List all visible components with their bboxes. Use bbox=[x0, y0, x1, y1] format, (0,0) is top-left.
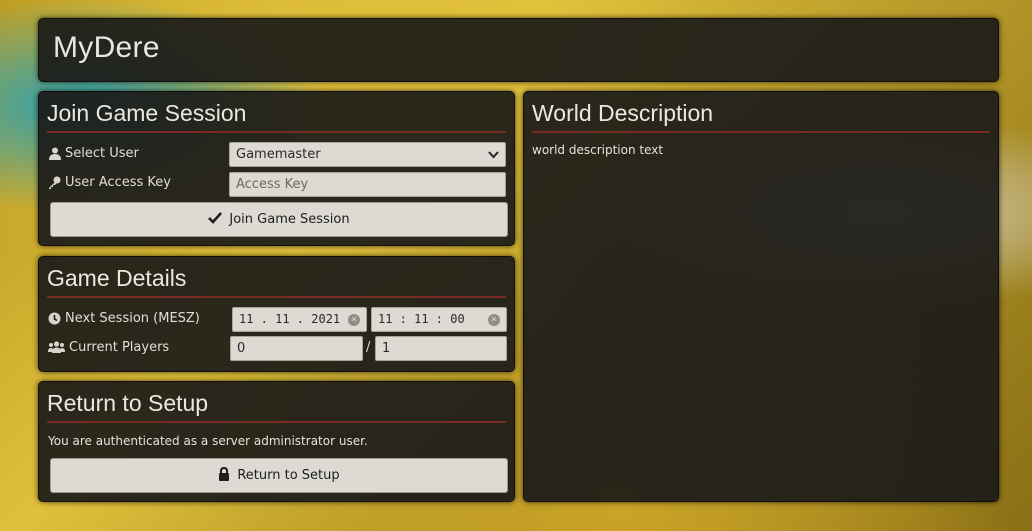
select-user-dropdown[interactable]: Gamemaster bbox=[229, 142, 506, 167]
time-value: 11 : 11 : 00 bbox=[378, 312, 465, 326]
world-description-panel: World Description world description text bbox=[523, 91, 999, 502]
access-key-label: User Access Key bbox=[48, 175, 171, 190]
join-session-panel: Join Game Session Select User Gamemaster… bbox=[38, 91, 515, 246]
next-session-label: Next Session (MESZ) bbox=[48, 311, 200, 326]
next-session-label-text: Next Session (MESZ) bbox=[65, 311, 200, 326]
join-session-button-label: Join Game Session bbox=[229, 212, 350, 227]
join-session-button[interactable]: Join Game Session bbox=[50, 202, 508, 237]
players-current-value: 0 bbox=[237, 341, 246, 356]
lock-icon bbox=[218, 466, 230, 485]
world-description-text: world description text bbox=[532, 143, 664, 157]
date-value: 11 . 11 . 2021 bbox=[239, 312, 341, 326]
app-title: MyDere bbox=[53, 31, 160, 64]
check-icon bbox=[208, 211, 223, 228]
key-icon bbox=[48, 176, 61, 189]
access-key-input[interactable]: Access Key bbox=[229, 172, 506, 197]
world-description-heading: World Description bbox=[532, 98, 990, 133]
date-input[interactable]: 11 . 11 . 2021 × bbox=[232, 307, 367, 332]
users-icon bbox=[48, 341, 65, 354]
return-setup-button-label: Return to Setup bbox=[237, 468, 340, 483]
current-players-label-text: Current Players bbox=[69, 340, 170, 355]
title-panel: MyDere bbox=[38, 18, 999, 82]
return-setup-panel: Return to Setup You are authenticated as… bbox=[38, 381, 515, 502]
user-icon bbox=[48, 147, 61, 160]
current-players-label: Current Players bbox=[48, 340, 169, 355]
select-user-label: Select User bbox=[48, 146, 139, 161]
clock-icon bbox=[48, 312, 61, 325]
clear-date-icon[interactable]: × bbox=[348, 314, 360, 326]
game-details-panel: Game Details Next Session (MESZ) 11 . 11… bbox=[38, 256, 515, 372]
return-setup-button[interactable]: Return to Setup bbox=[50, 458, 508, 493]
admin-note: You are authenticated as a server admini… bbox=[48, 434, 368, 448]
players-current-input[interactable]: 0 bbox=[230, 336, 363, 361]
join-session-heading: Join Game Session bbox=[47, 98, 506, 133]
clear-time-icon[interactable]: × bbox=[488, 314, 500, 326]
chevron-down-icon bbox=[488, 143, 499, 174]
select-user-value: Gamemaster bbox=[236, 147, 321, 162]
time-input[interactable]: 11 : 11 : 00 × bbox=[371, 307, 507, 332]
players-max-input[interactable]: 1 bbox=[375, 336, 507, 361]
game-details-heading: Game Details bbox=[47, 263, 506, 298]
return-setup-heading: Return to Setup bbox=[47, 388, 506, 423]
players-separator: / bbox=[366, 340, 371, 355]
access-key-label-text: User Access Key bbox=[65, 175, 171, 190]
select-user-label-text: Select User bbox=[65, 146, 139, 161]
players-max-value: 1 bbox=[382, 341, 391, 356]
access-key-placeholder: Access Key bbox=[236, 177, 309, 192]
